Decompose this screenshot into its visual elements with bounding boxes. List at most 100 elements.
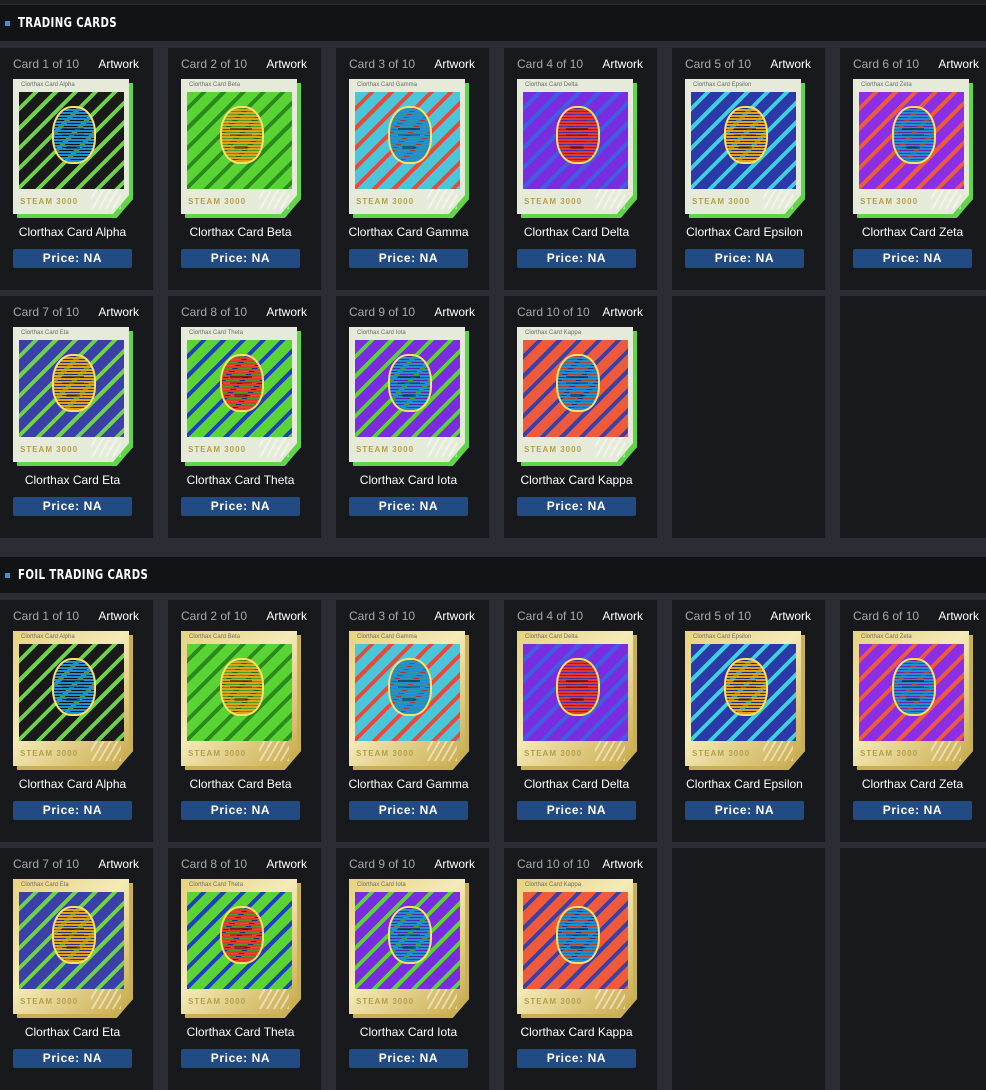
card-tile-header: Card 9 of 10 Artwork bbox=[349, 856, 475, 872]
artwork-link[interactable]: Artwork bbox=[770, 609, 811, 623]
card-tile: Card 3 of 10 Artwork Clorthax Card Gamma… bbox=[336, 600, 489, 842]
card-image[interactable]: Clorthax Card Zeta STEAM 3000 bbox=[853, 631, 973, 770]
price-button[interactable]: Price: NA bbox=[13, 249, 132, 268]
card-counter: Card 6 of 10 bbox=[853, 57, 920, 71]
card-artwork bbox=[355, 340, 460, 437]
card-image[interactable]: Clorthax Card Kappa STEAM 3000 bbox=[517, 879, 637, 1018]
card-image[interactable]: Clorthax Card Iota STEAM 3000 bbox=[349, 327, 469, 466]
portrait-face-icon bbox=[892, 658, 936, 716]
card-tile-header: Card 2 of 10 Artwork bbox=[181, 608, 307, 624]
portrait-face-icon bbox=[220, 906, 264, 964]
card-image[interactable]: Clorthax Card Theta STEAM 3000 bbox=[181, 879, 301, 1018]
price-button[interactable]: Price: NA bbox=[13, 1049, 132, 1068]
portrait-face-icon bbox=[220, 354, 264, 412]
price-button[interactable]: Price: NA bbox=[181, 1049, 300, 1068]
card-tile-header: Card 3 of 10 Artwork bbox=[349, 56, 475, 72]
price-button[interactable]: Price: NA bbox=[349, 497, 468, 516]
card-name: Clorthax Card Iota bbox=[359, 473, 458, 487]
price-button[interactable]: Price: NA bbox=[517, 497, 636, 516]
card-tile-header: Card 4 of 10 Artwork bbox=[517, 608, 643, 624]
artwork-link[interactable]: Artwork bbox=[266, 305, 307, 319]
card-image[interactable]: Clorthax Card Alpha STEAM 3000 bbox=[13, 631, 133, 770]
card-name: Clorthax Card Beta bbox=[189, 225, 292, 239]
card-counter: Card 10 of 10 bbox=[517, 305, 590, 319]
price-button[interactable]: Price: NA bbox=[853, 801, 972, 820]
card-image[interactable]: Clorthax Card Gamma STEAM 3000 bbox=[349, 631, 469, 770]
price-button[interactable]: Price: NA bbox=[853, 249, 972, 268]
card-image[interactable]: Clorthax Card Beta STEAM 3000 bbox=[181, 631, 301, 770]
card-stripes bbox=[427, 741, 457, 761]
artwork-link[interactable]: Artwork bbox=[266, 857, 307, 871]
card-tile-header: Card 8 of 10 Artwork bbox=[181, 856, 307, 872]
section-header-foil-trading-cards: Foil Trading Cards bbox=[0, 557, 986, 593]
card-image[interactable]: Clorthax Card Eta STEAM 3000 bbox=[13, 327, 133, 466]
price-button[interactable]: Price: NA bbox=[349, 249, 468, 268]
card-artwork bbox=[523, 644, 628, 741]
price-button[interactable]: Price: NA bbox=[349, 1049, 468, 1068]
card-counter: Card 10 of 10 bbox=[517, 857, 590, 871]
artwork-link[interactable]: Artwork bbox=[938, 57, 979, 71]
price-button[interactable]: Price: NA bbox=[181, 497, 300, 516]
artwork-link[interactable]: Artwork bbox=[266, 609, 307, 623]
artwork-link[interactable]: Artwork bbox=[98, 57, 139, 71]
artwork-link[interactable]: Artwork bbox=[434, 57, 475, 71]
card-name: Clorthax Card Theta bbox=[186, 1025, 295, 1039]
portrait-face-icon bbox=[556, 106, 600, 164]
card-tile-header: Card 6 of 10 Artwork bbox=[853, 608, 979, 624]
card-image[interactable]: Clorthax Card Epsilon STEAM 3000 bbox=[685, 79, 805, 218]
card-stripes bbox=[91, 989, 121, 1009]
card-image[interactable]: Clorthax Card Zeta STEAM 3000 bbox=[853, 79, 973, 218]
portrait-face-icon bbox=[220, 658, 264, 716]
card-image[interactable]: Clorthax Card Theta STEAM 3000 bbox=[181, 327, 301, 466]
price-button[interactable]: Price: NA bbox=[181, 801, 300, 820]
artwork-link[interactable]: Artwork bbox=[434, 857, 475, 871]
card-tile-header: Card 3 of 10 Artwork bbox=[349, 608, 475, 624]
card-image[interactable]: Clorthax Card Gamma STEAM 3000 bbox=[349, 79, 469, 218]
card-image[interactable]: Clorthax Card Iota STEAM 3000 bbox=[349, 879, 469, 1018]
artwork-link[interactable]: Artwork bbox=[98, 857, 139, 871]
card-image[interactable]: Clorthax Card Delta STEAM 3000 bbox=[517, 79, 637, 218]
artwork-link[interactable]: Artwork bbox=[434, 305, 475, 319]
card-caption: Clorthax Card Alpha bbox=[21, 82, 75, 88]
card-caption: Clorthax Card Beta bbox=[189, 634, 241, 640]
artwork-link[interactable]: Artwork bbox=[98, 305, 139, 319]
card-tile-header: Card 5 of 10 Artwork bbox=[685, 56, 811, 72]
artwork-link[interactable]: Artwork bbox=[602, 609, 643, 623]
card-caption: Clorthax Card Eta bbox=[21, 330, 69, 336]
artwork-link[interactable]: Artwork bbox=[602, 857, 643, 871]
artwork-link[interactable]: Artwork bbox=[98, 609, 139, 623]
card-tile: Card 6 of 10 Artwork Clorthax Card Zeta … bbox=[840, 48, 986, 290]
price-button[interactable]: Price: NA bbox=[13, 801, 132, 820]
card-name: Clorthax Card Epsilon bbox=[686, 225, 803, 239]
price-button[interactable]: Price: NA bbox=[349, 801, 468, 820]
price-button[interactable]: Price: NA bbox=[181, 249, 300, 268]
artwork-link[interactable]: Artwork bbox=[434, 609, 475, 623]
card-caption: Clorthax Card Alpha bbox=[21, 634, 75, 640]
card-tile: Card 10 of 10 Artwork Clorthax Card Kapp… bbox=[504, 848, 657, 1090]
price-button[interactable]: Price: NA bbox=[517, 249, 636, 268]
price-button[interactable]: Price: NA bbox=[517, 1049, 636, 1068]
price-button[interactable]: Price: NA bbox=[685, 801, 804, 820]
artwork-link[interactable]: Artwork bbox=[602, 57, 643, 71]
card-image[interactable]: Clorthax Card Delta STEAM 3000 bbox=[517, 631, 637, 770]
card-image[interactable]: Clorthax Card Epsilon STEAM 3000 bbox=[685, 631, 805, 770]
artwork-link[interactable]: Artwork bbox=[602, 305, 643, 319]
card-image[interactable]: Clorthax Card Beta STEAM 3000 bbox=[181, 79, 301, 218]
card-artwork bbox=[187, 644, 292, 741]
card-counter: Card 7 of 10 bbox=[13, 305, 80, 319]
artwork-link[interactable]: Artwork bbox=[938, 609, 979, 623]
price-button[interactable]: Price: NA bbox=[685, 249, 804, 268]
empty-card-slot bbox=[840, 848, 986, 1090]
card-tile-header: Card 7 of 10 Artwork bbox=[13, 304, 139, 320]
artwork-link[interactable]: Artwork bbox=[266, 57, 307, 71]
card-image[interactable]: Clorthax Card Alpha STEAM 3000 bbox=[13, 79, 133, 218]
card-brand: STEAM 3000 bbox=[524, 445, 583, 454]
card-name: Clorthax Card Gamma bbox=[348, 225, 469, 239]
price-button[interactable]: Price: NA bbox=[517, 801, 636, 820]
card-image[interactable]: Clorthax Card Kappa STEAM 3000 bbox=[517, 327, 637, 466]
price-button[interactable]: Price: NA bbox=[13, 497, 132, 516]
card-caption: Clorthax Card Kappa bbox=[525, 330, 582, 336]
card-image[interactable]: Clorthax Card Eta STEAM 3000 bbox=[13, 879, 133, 1018]
card-stripes bbox=[595, 437, 625, 457]
artwork-link[interactable]: Artwork bbox=[770, 57, 811, 71]
